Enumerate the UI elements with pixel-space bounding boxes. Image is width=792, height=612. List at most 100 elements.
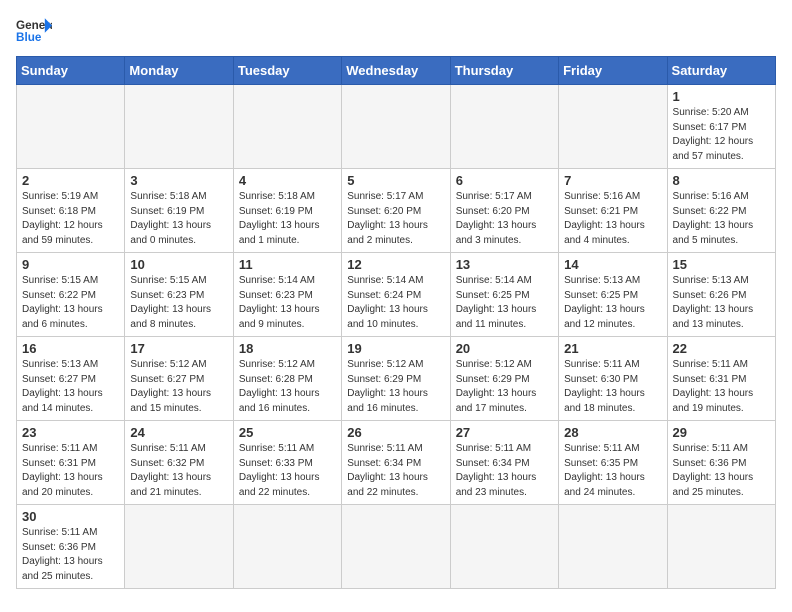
day-number: 6: [456, 173, 553, 188]
day-info: Sunrise: 5:12 AM Sunset: 6:27 PM Dayligh…: [130, 358, 227, 416]
day-info: Sunrise: 5:13 AM Sunset: 6:27 PM Dayligh…: [22, 358, 119, 416]
logo-icon: General Blue: [16, 16, 52, 44]
day-number: 10: [130, 257, 227, 272]
day-number: 30: [22, 509, 119, 524]
calendar-cell-empty: [667, 505, 775, 589]
calendar-cell: 8Sunrise: 5:16 AM Sunset: 6:22 PM Daylig…: [667, 169, 775, 253]
day-number: 16: [22, 341, 119, 356]
day-number: 8: [673, 173, 770, 188]
calendar-cell: [233, 85, 341, 169]
day-number: 3: [130, 173, 227, 188]
day-info: Sunrise: 5:11 AM Sunset: 6:36 PM Dayligh…: [22, 526, 119, 584]
day-number: 2: [22, 173, 119, 188]
calendar-cell: 5Sunrise: 5:17 AM Sunset: 6:20 PM Daylig…: [342, 169, 450, 253]
day-info: Sunrise: 5:17 AM Sunset: 6:20 PM Dayligh…: [456, 190, 553, 248]
calendar-cell: 7Sunrise: 5:16 AM Sunset: 6:21 PM Daylig…: [559, 169, 667, 253]
day-number: 25: [239, 425, 336, 440]
day-info: Sunrise: 5:11 AM Sunset: 6:33 PM Dayligh…: [239, 442, 336, 500]
calendar-cell: 21Sunrise: 5:11 AM Sunset: 6:30 PM Dayli…: [559, 337, 667, 421]
day-info: Sunrise: 5:17 AM Sunset: 6:20 PM Dayligh…: [347, 190, 444, 248]
calendar-cell-empty: [233, 505, 341, 589]
calendar-cell: [125, 85, 233, 169]
day-number: 22: [673, 341, 770, 356]
calendar-cell: 28Sunrise: 5:11 AM Sunset: 6:35 PM Dayli…: [559, 421, 667, 505]
calendar-cell: 23Sunrise: 5:11 AM Sunset: 6:31 PM Dayli…: [17, 421, 125, 505]
calendar-cell: 11Sunrise: 5:14 AM Sunset: 6:23 PM Dayli…: [233, 253, 341, 337]
day-info: Sunrise: 5:12 AM Sunset: 6:28 PM Dayligh…: [239, 358, 336, 416]
calendar-cell: 19Sunrise: 5:12 AM Sunset: 6:29 PM Dayli…: [342, 337, 450, 421]
calendar-cell: 9 Sunrise: 5:15 AM Sunset: 6:22 PM Daylig…: [17, 253, 125, 337]
calendar-cell: 10 Sunrise: 5:15 AM Sunset: 6:23 PM Dayli…: [125, 253, 233, 337]
calendar-cell: 26Sunrise: 5:11 AM Sunset: 6:34 PM Dayli…: [342, 421, 450, 505]
weekday-header-wednesday: Wednesday: [342, 57, 450, 85]
calendar-row-4: 16 Sunrise: 5:13 AM Sunset: 6:27 PM Dayli…: [17, 337, 776, 421]
calendar-cell: 22 Sunrise: 5:11 AM Sunset: 6:31 PM Dayli…: [667, 337, 775, 421]
calendar-cell: 24 Sunrise: 5:11 AM Sunset: 6:32 PM Dayli…: [125, 421, 233, 505]
calendar-cell: 3 Sunrise: 5:18 AM Sunset: 6:19 PM Daylig…: [125, 169, 233, 253]
day-number: 9: [22, 257, 119, 272]
calendar-cell: 15 Sunrise: 5:13 AM Sunset: 6:26 PM Dayli…: [667, 253, 775, 337]
calendar-cell: 20 Sunrise: 5:12 AM Sunset: 6:29 PM Dayli…: [450, 337, 558, 421]
day-info: Sunrise: 5:11 AM Sunset: 6:36 PM Dayligh…: [673, 442, 770, 500]
calendar-row-2: 2Sunrise: 5:19 AM Sunset: 6:18 PM Daylig…: [17, 169, 776, 253]
day-info: Sunrise: 5:20 AM Sunset: 6:17 PM Dayligh…: [673, 106, 770, 164]
day-info: Sunrise: 5:14 AM Sunset: 6:24 PM Dayligh…: [347, 274, 444, 332]
calendar-body: 1 Sunrise: 5:20 AM Sunset: 6:17 PM Daylig…: [17, 85, 776, 589]
logo: General Blue: [16, 16, 52, 44]
calendar-row-last: 30 Sunrise: 5:11 AM Sunset: 6:36 PM Dayli…: [17, 505, 776, 589]
day-number: 11: [239, 257, 336, 272]
calendar-cell: [17, 85, 125, 169]
calendar-cell: 4Sunrise: 5:18 AM Sunset: 6:19 PM Daylig…: [233, 169, 341, 253]
calendar-cell: 17 Sunrise: 5:12 AM Sunset: 6:27 PM Dayli…: [125, 337, 233, 421]
weekday-header-sunday: Sunday: [17, 57, 125, 85]
calendar-row-1: 1 Sunrise: 5:20 AM Sunset: 6:17 PM Daylig…: [17, 85, 776, 169]
day-number: 13: [456, 257, 553, 272]
day-info: Sunrise: 5:13 AM Sunset: 6:26 PM Dayligh…: [673, 274, 770, 332]
day-info: Sunrise: 5:12 AM Sunset: 6:29 PM Dayligh…: [456, 358, 553, 416]
day-number: 17: [130, 341, 227, 356]
day-number: 12: [347, 257, 444, 272]
calendar-cell: [450, 85, 558, 169]
day-info: Sunrise: 5:11 AM Sunset: 6:32 PM Dayligh…: [130, 442, 227, 500]
day-number: 27: [456, 425, 553, 440]
day-info: Sunrise: 5:16 AM Sunset: 6:21 PM Dayligh…: [564, 190, 661, 248]
weekday-header-monday: Monday: [125, 57, 233, 85]
calendar-cell: 12 Sunrise: 5:14 AM Sunset: 6:24 PM Dayli…: [342, 253, 450, 337]
day-number: 20: [456, 341, 553, 356]
weekday-header-friday: Friday: [559, 57, 667, 85]
day-info: Sunrise: 5:11 AM Sunset: 6:35 PM Dayligh…: [564, 442, 661, 500]
calendar-cell: 18 Sunrise: 5:12 AM Sunset: 6:28 PM Dayli…: [233, 337, 341, 421]
day-number: 1: [673, 89, 770, 104]
calendar-cell: 14 Sunrise: 5:13 AM Sunset: 6:25 PM Dayli…: [559, 253, 667, 337]
weekday-header-saturday: Saturday: [667, 57, 775, 85]
calendar-cell: 16 Sunrise: 5:13 AM Sunset: 6:27 PM Dayli…: [17, 337, 125, 421]
day-number: 14: [564, 257, 661, 272]
day-info: Sunrise: 5:11 AM Sunset: 6:31 PM Dayligh…: [673, 358, 770, 416]
calendar-cell: [342, 85, 450, 169]
weekday-header-thursday: Thursday: [450, 57, 558, 85]
calendar-cell: 13 Sunrise: 5:14 AM Sunset: 6:25 PM Dayli…: [450, 253, 558, 337]
day-number: 15: [673, 257, 770, 272]
calendar-cell: 1 Sunrise: 5:20 AM Sunset: 6:17 PM Daylig…: [667, 85, 775, 169]
calendar-cell: 29Sunrise: 5:11 AM Sunset: 6:36 PM Dayli…: [667, 421, 775, 505]
calendar-cell: 30 Sunrise: 5:11 AM Sunset: 6:36 PM Dayli…: [17, 505, 125, 589]
page-header: General Blue: [16, 16, 776, 44]
calendar-cell-empty: [559, 505, 667, 589]
calendar-cell: 27 Sunrise: 5:11 AM Sunset: 6:34 PM Dayli…: [450, 421, 558, 505]
day-number: 4: [239, 173, 336, 188]
day-info: Sunrise: 5:11 AM Sunset: 6:30 PM Dayligh…: [564, 358, 661, 416]
day-info: Sunrise: 5:15 AM Sunset: 6:22 PM Dayligh…: [22, 274, 119, 332]
day-number: 26: [347, 425, 444, 440]
day-info: Sunrise: 5:18 AM Sunset: 6:19 PM Dayligh…: [130, 190, 227, 248]
day-info: Sunrise: 5:14 AM Sunset: 6:25 PM Dayligh…: [456, 274, 553, 332]
day-number: 24: [130, 425, 227, 440]
day-info: Sunrise: 5:13 AM Sunset: 6:25 PM Dayligh…: [564, 274, 661, 332]
day-number: 18: [239, 341, 336, 356]
calendar-cell-empty: [342, 505, 450, 589]
svg-text:Blue: Blue: [16, 31, 42, 44]
calendar-cell: 25 Sunrise: 5:11 AM Sunset: 6:33 PM Dayli…: [233, 421, 341, 505]
calendar-table: SundayMondayTuesdayWednesdayThursdayFrid…: [16, 56, 776, 589]
day-info: Sunrise: 5:11 AM Sunset: 6:34 PM Dayligh…: [456, 442, 553, 500]
calendar-cell: 2Sunrise: 5:19 AM Sunset: 6:18 PM Daylig…: [17, 169, 125, 253]
day-info: Sunrise: 5:15 AM Sunset: 6:23 PM Dayligh…: [130, 274, 227, 332]
